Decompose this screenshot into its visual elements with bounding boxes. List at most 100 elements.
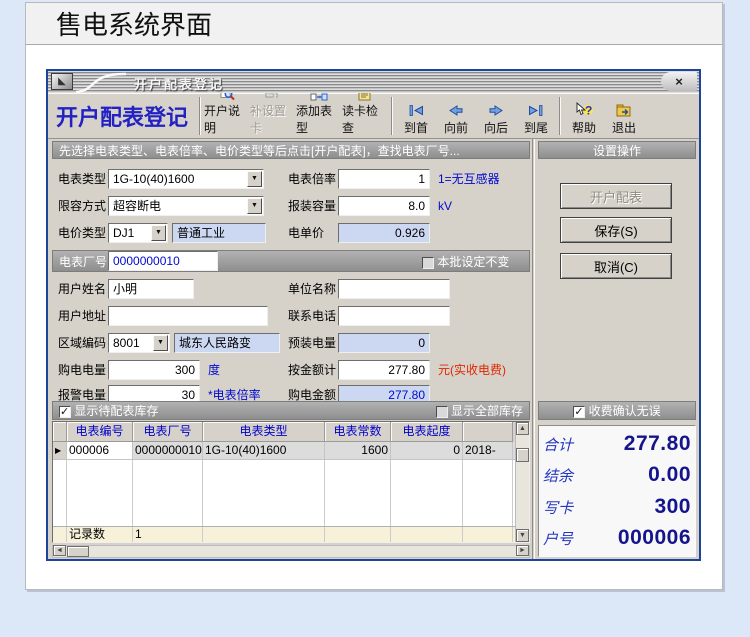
chevron-down-icon[interactable]: ▼ [153, 335, 168, 351]
assign-meter-button: 开户配表 [560, 183, 672, 209]
toolbar-button-open-help[interactable]: 开户说明 [204, 95, 250, 137]
toolbar-button-last[interactable]: 到尾 [516, 95, 556, 137]
horizontal-scroll-thumb[interactable] [67, 546, 89, 557]
write-card-value: 300 [654, 495, 691, 519]
toolbar-separator [559, 97, 561, 135]
limit-mode-combobox[interactable]: 超容断电 ▼ [108, 196, 264, 216]
toolbar-button-label: 添加表型 [296, 102, 342, 136]
toolbar-button-read-card-check[interactable]: 读卡检查 [342, 95, 388, 137]
meter-type-label: 电表类型 [58, 169, 106, 189]
save-button[interactable]: 保存(S) [560, 217, 672, 243]
cancel-button[interactable]: 取消(C) [560, 253, 672, 279]
show-pending-checkbox[interactable]: ✓ 显示待配表库存 [59, 402, 158, 419]
help-icon: ? [574, 101, 594, 119]
toolbar-button-next[interactable]: 向后 [476, 95, 516, 137]
unit-price-label: 电单价 [288, 223, 324, 243]
region-code-combobox[interactable]: 8001 ▼ [108, 333, 170, 353]
marker-header-cell [53, 422, 67, 442]
horizontal-scrollbar[interactable]: ◄ ► [52, 545, 530, 558]
column-header[interactable]: 电表起度 [391, 422, 463, 442]
column-header[interactable]: 电表厂号 [133, 422, 203, 442]
toolbar-button-exit[interactable]: 退出 [604, 95, 644, 137]
meter-no-label: 电表厂号 [59, 253, 107, 270]
checkbox-checked-icon[interactable]: ✓ [59, 406, 71, 418]
toolbar-button-label: 到尾 [524, 119, 548, 136]
user-name-input[interactable]: 小明 [108, 279, 194, 299]
left-panel: 先选择电表类型、电表倍率、电价类型等后点击[开户配表]，查找电表厂号... 电表… [50, 139, 532, 559]
toolbar-button-prev[interactable]: 向前 [436, 95, 476, 137]
table-row[interactable]: ▶ 000006 0000000010 1G-10(40)1600 1600 0… [53, 442, 515, 460]
limit-mode-value: 超容断电 [113, 199, 161, 213]
toolbar-separator [391, 97, 393, 135]
chevron-down-icon[interactable]: ▼ [247, 171, 262, 187]
meter-ratio-label: 电表倍率 [288, 169, 336, 189]
column-header[interactable]: 电表常数 [325, 422, 391, 442]
close-icon[interactable]: × [661, 72, 697, 91]
scroll-up-icon[interactable]: ▲ [516, 422, 529, 435]
first-record-icon [406, 101, 426, 119]
fee-confirm-label: 收费确认无误 [589, 404, 661, 418]
balance-row: 结余 0.00 [543, 463, 691, 487]
app-logo-icon: ◣ [51, 73, 73, 90]
fee-confirm-checkbox[interactable]: ✓ 收费确认无误 [573, 402, 660, 419]
table-cell: 1G-10(40)1600 [203, 442, 325, 459]
meter-ratio-input[interactable]: 1 [338, 169, 430, 189]
titlebar[interactable]: ◣ 开户配表登记 × [48, 71, 699, 93]
by-amount-hint: 元(实收电费) [438, 360, 506, 380]
purchase-kwh-label: 购电电量 [58, 360, 106, 380]
last-record-icon [526, 101, 546, 119]
vertical-scrollbar[interactable]: ▲ ▼ [515, 422, 529, 542]
meter-no-input[interactable]: 0000000010 [108, 251, 218, 271]
phone-input[interactable] [338, 306, 450, 326]
column-header[interactable]: 电表编号 [67, 422, 133, 442]
capacity-input[interactable]: 8.0 [338, 196, 430, 216]
unit-name-label: 单位名称 [288, 279, 336, 299]
meter-type-combobox[interactable]: 1G-10(40)1600 ▼ [108, 169, 264, 189]
checkbox-icon[interactable] [422, 257, 434, 269]
by-amount-label: 按金额计 [288, 360, 336, 380]
toolbar-button-add-meter-type[interactable]: 添加表型 [296, 95, 342, 137]
toolbar: 开户配表登记 开户说明 +* 补设置卡 添加表型 [48, 93, 699, 139]
toolbar-button-setup-card: +* 补设置卡 [250, 95, 296, 137]
fee-confirm-bar: ✓ 收费确认无误 [538, 401, 696, 420]
batch-fixed-checkbox[interactable]: 本批设定不变 [422, 253, 509, 270]
chevron-down-icon[interactable]: ▼ [151, 225, 166, 241]
vertical-scroll-thumb[interactable] [516, 448, 529, 462]
toolbar-button-label: 补设置卡 [250, 102, 296, 136]
checkbox-icon[interactable] [436, 406, 448, 418]
toolbar-app-title: 开户配表登记 [56, 100, 188, 132]
meter-type-value: 1G-10(40)1600 [113, 172, 194, 186]
column-header[interactable] [463, 422, 513, 442]
row-marker-icon: ▶ [53, 442, 67, 459]
client-area: 先选择电表类型、电表倍率、电价类型等后点击[开户配表]，查找电表厂号... 电表… [48, 139, 699, 559]
write-card-row: 写卡 300 [543, 495, 691, 519]
account-no-row: 户号 000006 [543, 526, 691, 550]
settings-header-bar: 设置操作 [538, 141, 696, 159]
capacity-label: 报装容量 [288, 196, 336, 216]
toolbar-button-first[interactable]: 到首 [396, 95, 436, 137]
account-no-value: 000006 [618, 526, 691, 550]
checkbox-checked-icon[interactable]: ✓ [573, 406, 585, 418]
table-empty-area [53, 460, 515, 526]
chevron-down-icon[interactable]: ▼ [247, 198, 262, 214]
purchase-kwh-input[interactable]: 300 [108, 360, 200, 380]
capacity-hint: kV [438, 196, 452, 216]
show-all-checkbox[interactable]: 显示全部库存 [436, 402, 523, 419]
column-header[interactable]: 电表类型 [203, 422, 325, 442]
by-amount-input[interactable]: 277.80 [338, 360, 430, 380]
region-code-label: 区域编码 [58, 333, 106, 353]
table-header-row: 电表编号 电表厂号 电表类型 电表常数 电表起度 [53, 422, 515, 442]
scroll-right-icon[interactable]: ► [516, 545, 529, 556]
unit-name-input[interactable] [338, 279, 450, 299]
toolbar-button-help[interactable]: ? 帮助 [564, 95, 604, 137]
total-label: 合计 [543, 434, 573, 455]
svg-text:?: ? [585, 104, 592, 118]
dialog-window: ◣ 开户配表登记 × 开户配表登记 开户说明 +* 补设置卡 [46, 69, 701, 561]
scroll-left-icon[interactable]: ◄ [53, 545, 66, 556]
window-title: 开户配表登记 [134, 74, 224, 93]
price-type-combobox[interactable]: DJ1 ▼ [108, 223, 168, 243]
exit-icon [615, 101, 633, 119]
price-type-value: DJ1 [113, 226, 134, 240]
user-address-input[interactable] [108, 306, 268, 326]
scroll-down-icon[interactable]: ▼ [516, 529, 529, 542]
